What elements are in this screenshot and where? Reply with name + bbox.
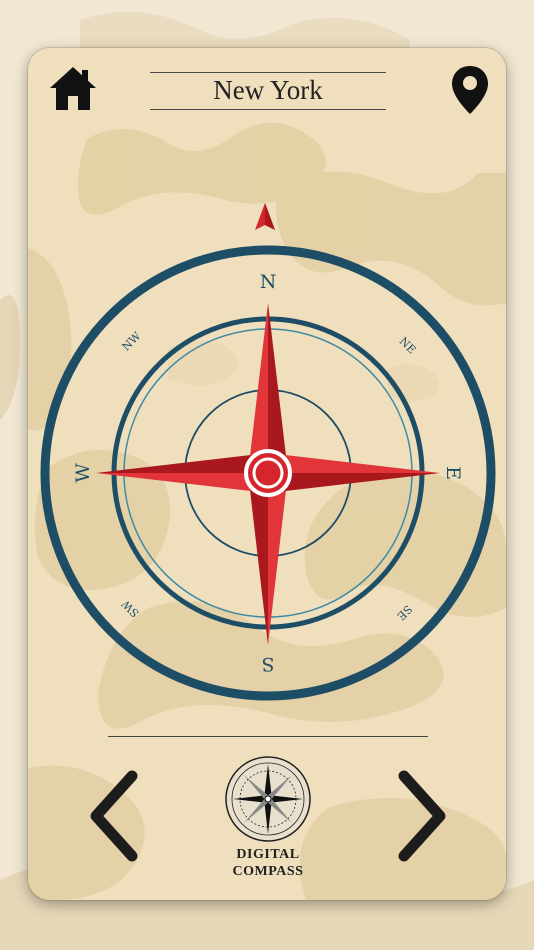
logo-line-2: COMPASS	[232, 864, 304, 879]
logo-line-1: DIGITAL	[236, 847, 300, 862]
compass-dial: N E S W NE SE SW NW	[40, 203, 496, 701]
intercardinal-nw: NW	[120, 329, 144, 353]
digital-compass-logo-icon	[225, 756, 311, 842]
app-logo-text: DIGITAL COMPASS	[188, 846, 348, 880]
map-pin-icon[interactable]	[450, 64, 490, 116]
compass-card: New York N E S W NE SE SW NW DIGITAL COM…	[28, 48, 506, 900]
city-name: New York	[213, 75, 323, 105]
intercardinal-se: SE	[394, 602, 414, 622]
cardinal-w: W	[72, 463, 94, 483]
chevron-left-icon[interactable]	[86, 770, 142, 862]
cardinal-n: N	[260, 271, 277, 293]
cardinal-e: E	[442, 466, 464, 480]
home-icon[interactable]	[48, 64, 98, 114]
cardinal-s: S	[261, 653, 274, 675]
intercardinal-ne: NE	[397, 335, 419, 357]
intercardinal-sw: SW	[119, 597, 142, 620]
chevron-right-icon[interactable]	[394, 770, 450, 862]
title-bottom-rule	[150, 109, 386, 110]
footer-rule	[108, 736, 428, 737]
